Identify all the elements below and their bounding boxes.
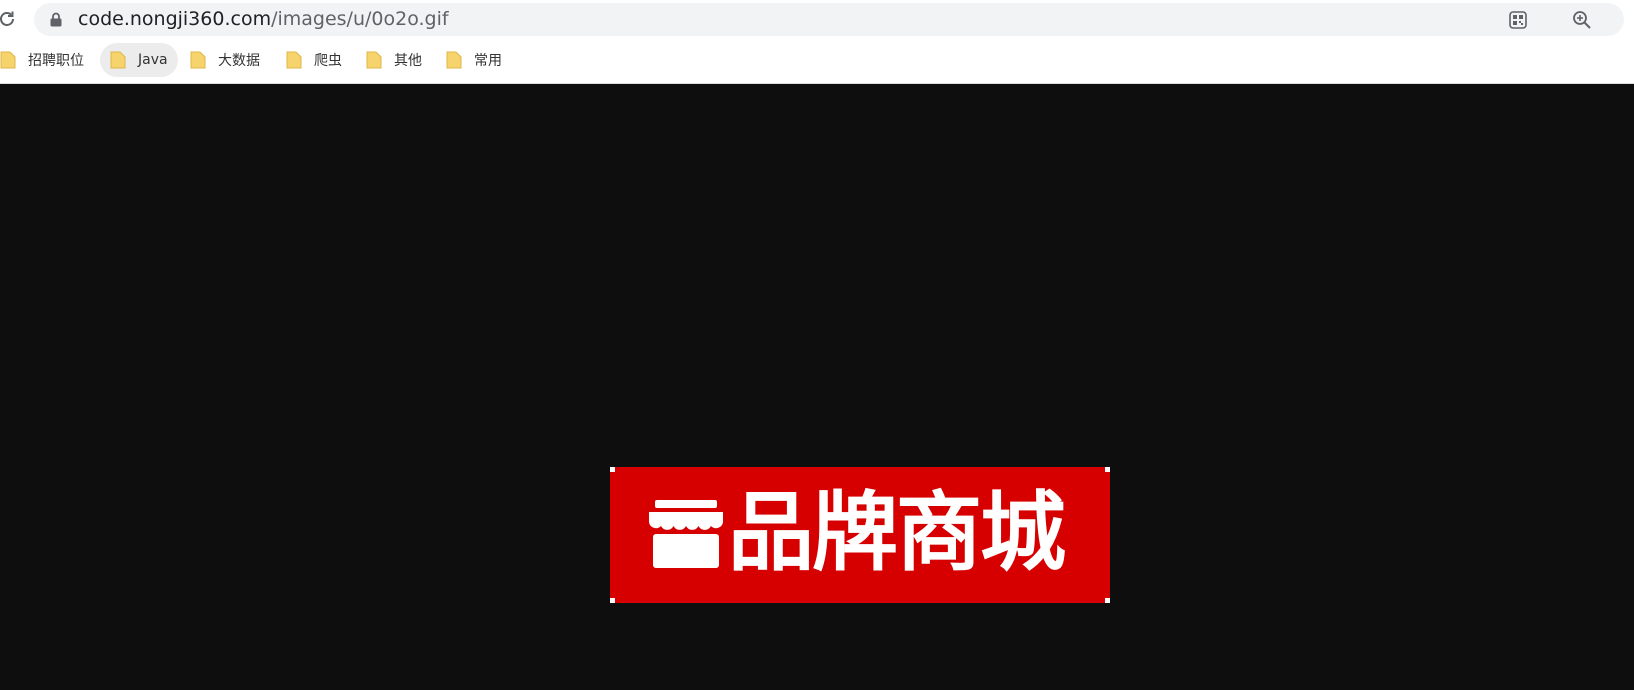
bookmark-folder-bigdata[interactable]: 大数据 — [180, 43, 270, 77]
image-corner — [1105, 467, 1110, 472]
bookmark-folder-other[interactable]: 其他 — [356, 43, 432, 77]
folder-icon — [286, 51, 302, 69]
folder-icon — [190, 51, 206, 69]
url-text[interactable]: code.nongji360.com/images/u/0o2o.gif — [78, 3, 449, 36]
bookmark-label: 其他 — [394, 53, 422, 69]
bookmark-folder-crawler[interactable]: 爬虫 — [276, 43, 352, 77]
reload-icon — [0, 11, 14, 26]
url-host: code.nongji360.com — [78, 8, 272, 30]
folder-icon — [366, 51, 382, 69]
folder-icon — [446, 51, 462, 69]
folder-icon — [0, 51, 16, 69]
bookmark-label: 大数据 — [218, 53, 260, 69]
folder-icon — [110, 51, 126, 69]
brand-mall-image: 品牌商城 — [610, 467, 1110, 603]
zoom-button[interactable] — [1572, 10, 1592, 30]
qr-code-button[interactable] — [1508, 10, 1528, 30]
address-bar[interactable]: code.nongji360.com/images/u/0o2o.gif — [34, 3, 1624, 36]
bookmark-label: 常用 — [474, 53, 502, 69]
bookmark-folder-java[interactable]: Java — [100, 43, 178, 77]
image-corner — [610, 467, 615, 472]
image-corner — [1105, 598, 1110, 603]
qr-code-icon — [1509, 11, 1527, 29]
url-path: /images/u/0o2o.gif — [271, 8, 449, 30]
bookmark-folder-zhaopin[interactable]: 招聘职位 — [0, 43, 94, 77]
brand-mall-text: 品牌商城 — [728, 483, 1066, 583]
bookmark-label: 招聘职位 — [28, 53, 84, 69]
zoom-in-icon — [1573, 11, 1591, 29]
reload-button[interactable] — [0, 6, 20, 32]
page-viewport: 品牌商城 — [0, 84, 1634, 690]
image-corner — [610, 598, 615, 603]
browser-toolbar: code.nongji360.com/images/u/0o2o.gif 招聘职… — [0, 0, 1634, 84]
bookmarks-bar: 招聘职位 Java 大数据 爬虫 其他 常用 — [0, 41, 1634, 79]
bookmark-label: 爬虫 — [314, 53, 342, 69]
lock-icon[interactable] — [49, 12, 63, 27]
address-row: code.nongji360.com/images/u/0o2o.gif — [0, 0, 1634, 40]
bookmark-label: Java — [138, 52, 168, 68]
bookmark-folder-common[interactable]: 常用 — [436, 43, 512, 77]
storefront-icon — [649, 500, 723, 568]
